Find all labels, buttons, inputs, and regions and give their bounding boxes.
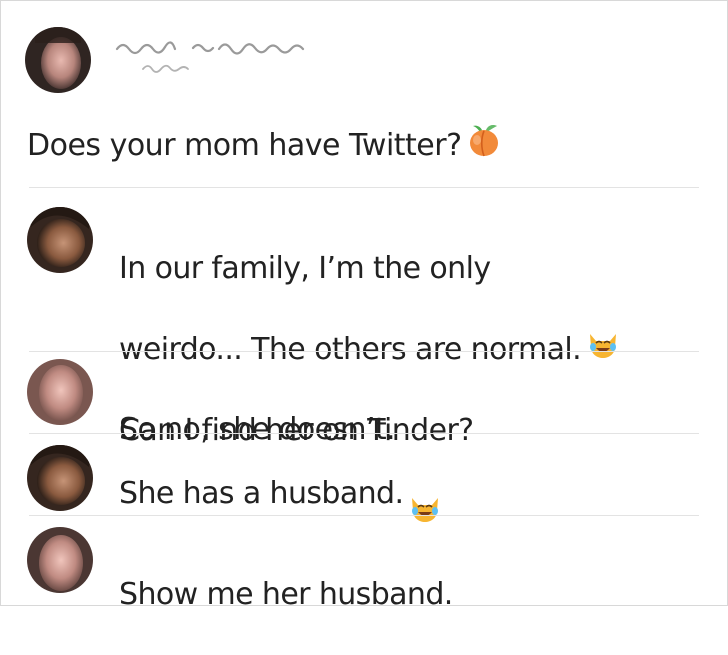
post-card: Does your mom have Twitter? In our famil… [0, 0, 728, 612]
post-header [25, 27, 705, 97]
divider [29, 515, 699, 516]
post-text-content: Does your mom have Twitter? [27, 127, 462, 163]
comment: Can I find her on Tinder? [27, 359, 707, 448]
divider [29, 433, 699, 434]
author-avatar[interactable] [27, 359, 93, 425]
commenter-avatar[interactable] [27, 207, 93, 273]
post-timestamp-redacted [141, 61, 191, 73]
author-avatar[interactable] [27, 527, 93, 593]
comment-line: She has a husband. [119, 475, 404, 511]
comment: Show me her husband. [27, 527, 707, 612]
comment: In our family, I’m the only weirdo... Th… [27, 207, 707, 447]
author-avatar[interactable] [25, 27, 91, 93]
commenter-avatar[interactable] [27, 445, 93, 511]
divider [29, 187, 699, 188]
divider [29, 351, 699, 352]
comment-line: In our family, I’m the only [119, 251, 491, 286]
author-name-redacted[interactable] [115, 39, 325, 55]
comment-line: Show me her husband. [119, 577, 453, 612]
comment-text: Show me her husband. [119, 535, 453, 655]
post-text: Does your mom have Twitter? [27, 123, 500, 168]
peach-emoji-icon [468, 123, 500, 168]
comment: She has a husband. [27, 445, 707, 522]
comment-text: She has a husband. [119, 453, 441, 534]
cat-tears-of-joy-icon [409, 453, 441, 534]
